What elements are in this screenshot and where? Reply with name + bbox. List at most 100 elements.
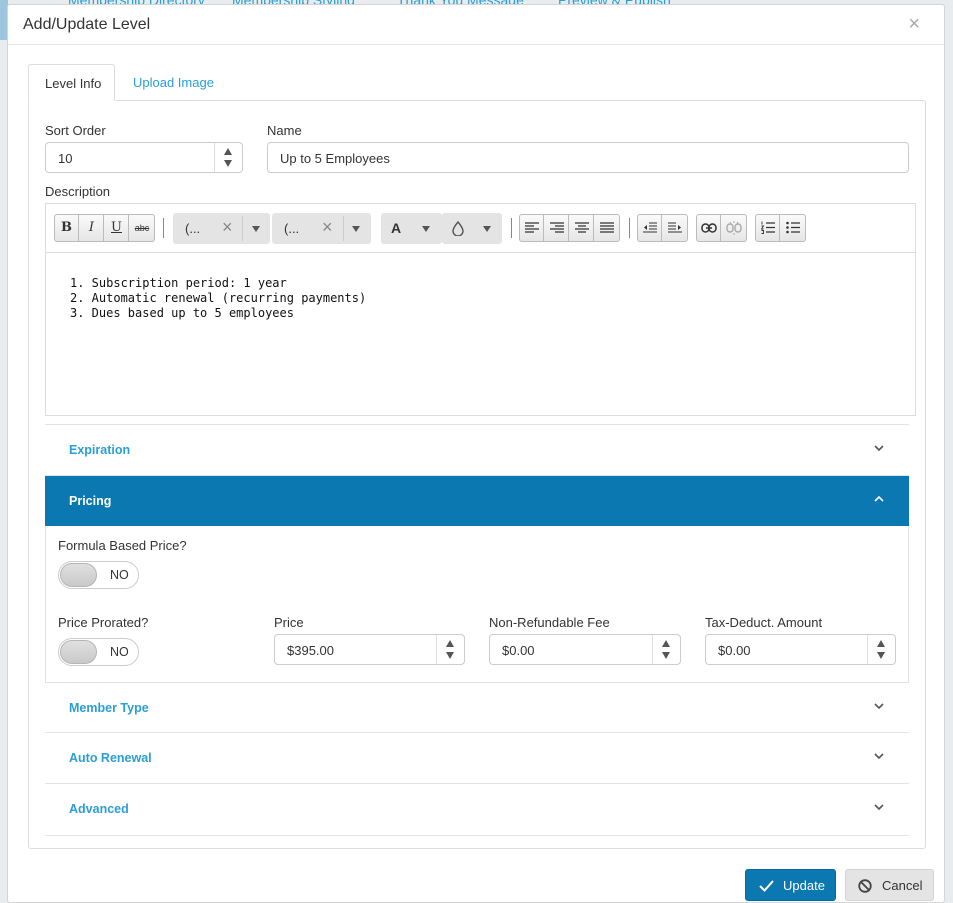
accordion-member-type[interactable]: Member Type bbox=[45, 682, 909, 733]
update-label: Update bbox=[783, 878, 825, 893]
align-center-button[interactable] bbox=[570, 215, 594, 241]
toggle-state: NO bbox=[110, 568, 129, 582]
ordered-list-button[interactable] bbox=[756, 215, 780, 241]
decrement-arrow-icon[interactable] bbox=[224, 160, 232, 167]
toolbar-separator bbox=[163, 218, 164, 238]
tax-deduct-input[interactable]: $0.00 bbox=[705, 634, 896, 665]
insert-link-button[interactable] bbox=[697, 215, 721, 241]
increment-arrow-icon[interactable] bbox=[224, 148, 232, 155]
chevron-down-icon[interactable] bbox=[352, 226, 360, 232]
cancel-button[interactable]: Cancel bbox=[845, 869, 934, 901]
background-color-select[interactable] bbox=[442, 213, 502, 244]
font-color-icon: A bbox=[391, 220, 402, 236]
dialog-header: Add/Update Level × bbox=[8, 5, 944, 45]
clear-icon[interactable]: × bbox=[222, 217, 233, 238]
accordion-title: Pricing bbox=[69, 494, 112, 508]
description-editor[interactable]: B I U abc (... × (... × A 1. Subscriptio… bbox=[45, 203, 916, 416]
accordion-title: Expiration bbox=[69, 443, 131, 457]
tax-deduct-label: Tax-Deduct. Amount bbox=[705, 615, 823, 630]
font-family-select[interactable]: (... × bbox=[173, 213, 270, 244]
price-prorated-toggle[interactable]: NO bbox=[58, 638, 139, 666]
tab-upload-image[interactable]: Upload Image bbox=[117, 64, 230, 101]
formula-price-toggle[interactable]: NO bbox=[58, 561, 139, 589]
increment-arrow-icon[interactable] bbox=[446, 640, 454, 647]
align-justify-button[interactable] bbox=[595, 215, 619, 241]
name-value: Up to 5 Employees bbox=[280, 151, 390, 166]
link-group bbox=[696, 214, 747, 242]
sort-order-input[interactable]: 10 bbox=[45, 142, 243, 173]
price-stepper[interactable] bbox=[436, 635, 464, 664]
price-value: $395.00 bbox=[287, 643, 334, 658]
font-size-value: (... bbox=[284, 221, 300, 236]
editor-toolbar: B I U abc (... × (... × A bbox=[46, 204, 915, 253]
accordion-title: Advanced bbox=[69, 802, 129, 816]
decrement-arrow-icon[interactable] bbox=[446, 652, 454, 659]
fee-stepper[interactable] bbox=[652, 635, 680, 664]
chevron-down-icon[interactable] bbox=[252, 226, 260, 232]
sort-order-stepper[interactable] bbox=[214, 143, 242, 172]
text-style-group: B I U abc bbox=[54, 214, 155, 242]
add-update-level-dialog: Add/Update Level × Level Info Upload Ima… bbox=[7, 4, 945, 903]
bullet-list-icon bbox=[786, 221, 800, 234]
toggle-knob bbox=[60, 563, 97, 587]
tax-value: $0.00 bbox=[718, 643, 751, 658]
close-icon[interactable]: × bbox=[908, 14, 920, 34]
align-right-button[interactable] bbox=[545, 215, 569, 241]
outdent-button[interactable] bbox=[638, 215, 662, 241]
sort-order-label: Sort Order bbox=[45, 123, 106, 138]
chevron-down-icon bbox=[874, 753, 884, 760]
toolbar-separator bbox=[511, 218, 512, 238]
font-size-select[interactable]: (... × bbox=[272, 213, 371, 244]
indent-icon bbox=[668, 222, 682, 233]
price-label: Price bbox=[274, 615, 304, 630]
tax-stepper[interactable] bbox=[867, 635, 895, 664]
outdent-icon bbox=[642, 222, 657, 233]
name-input[interactable]: Up to 5 Employees bbox=[267, 142, 909, 173]
price-prorated-label: Price Prorated? bbox=[58, 615, 149, 630]
price-input[interactable]: $395.00 bbox=[274, 634, 465, 665]
indent-group bbox=[637, 214, 688, 242]
chevron-down-icon bbox=[874, 703, 884, 710]
toolbar-separator bbox=[629, 218, 630, 238]
ban-icon bbox=[858, 879, 872, 893]
accordion-advanced[interactable]: Advanced bbox=[45, 784, 909, 835]
fee-value: $0.00 bbox=[502, 643, 535, 658]
clear-icon[interactable]: × bbox=[322, 217, 333, 238]
dialog-title: Add/Update Level bbox=[23, 16, 151, 33]
unlink-button[interactable] bbox=[722, 215, 746, 241]
decrement-arrow-icon[interactable] bbox=[662, 652, 670, 659]
increment-arrow-icon[interactable] bbox=[877, 640, 885, 647]
editor-line: 1. Subscription period: 1 year bbox=[70, 276, 287, 290]
chevron-down-icon[interactable] bbox=[483, 226, 491, 232]
decrement-arrow-icon[interactable] bbox=[877, 652, 885, 659]
strikethrough-button[interactable]: abc bbox=[130, 215, 154, 241]
unlink-icon bbox=[726, 221, 742, 235]
accordion-auto-renewal[interactable]: Auto Renewal bbox=[45, 733, 909, 784]
chevron-down-icon[interactable] bbox=[422, 226, 430, 232]
align-left-button[interactable] bbox=[520, 215, 544, 241]
italic-button[interactable]: I bbox=[80, 215, 104, 241]
accordion-pricing[interactable]: Pricing bbox=[45, 476, 909, 526]
align-justify-icon bbox=[600, 222, 614, 233]
editor-line: 3. Dues based up to 5 employees bbox=[70, 306, 294, 320]
chevron-up-icon bbox=[874, 495, 884, 502]
non-refundable-fee-input[interactable]: $0.00 bbox=[489, 634, 681, 665]
list-group bbox=[755, 214, 806, 242]
level-info-panel: Sort Order 10 Name Up to 5 Employees Des… bbox=[28, 100, 926, 849]
tab-level-info[interactable]: Level Info bbox=[28, 64, 115, 101]
non-refundable-fee-label: Non-Refundable Fee bbox=[489, 615, 610, 630]
editor-content[interactable]: 1. Subscription period: 1 year 2. Automa… bbox=[70, 276, 366, 321]
toggle-state: NO bbox=[110, 645, 129, 659]
combo-divider bbox=[343, 216, 344, 241]
indent-button[interactable] bbox=[663, 215, 687, 241]
font-color-select[interactable]: A bbox=[381, 213, 442, 244]
bold-button[interactable]: B bbox=[55, 215, 79, 241]
increment-arrow-icon[interactable] bbox=[662, 640, 670, 647]
update-button[interactable]: Update bbox=[745, 869, 836, 901]
underline-button[interactable]: U bbox=[105, 215, 129, 241]
sort-order-value: 10 bbox=[58, 151, 73, 166]
paint-drop-icon bbox=[452, 221, 464, 236]
checkmark-icon bbox=[759, 880, 774, 892]
bullet-list-button[interactable] bbox=[781, 215, 805, 241]
accordion-expiration[interactable]: Expiration bbox=[45, 425, 909, 476]
